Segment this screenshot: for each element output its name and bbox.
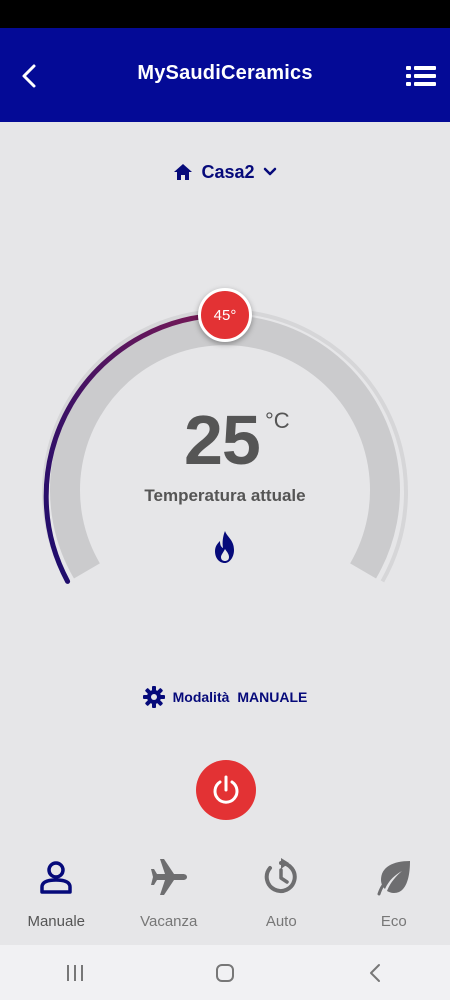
recent-apps-button[interactable] <box>45 953 105 993</box>
tab-vacanza[interactable]: Vacanza <box>113 845 226 945</box>
mode-tab-bar: Manuale Vacanza Auto Eco <box>0 845 450 945</box>
app-header: MySaudiCeramics <box>0 28 450 122</box>
status-bar <box>0 0 450 28</box>
power-icon <box>213 775 239 804</box>
app-title: MySaudiCeramics <box>137 62 313 84</box>
tab-label: Vacanza <box>140 913 198 930</box>
clock-refresh-icon <box>264 858 297 893</box>
current-temperature-label: Temperatura attuale <box>144 486 306 505</box>
menu-button[interactable] <box>404 62 438 90</box>
recent-apps-icon <box>67 964 83 981</box>
tab-label: Manuale <box>27 913 86 930</box>
tab-auto[interactable]: Auto <box>225 845 338 945</box>
person-icon <box>40 861 72 894</box>
tab-label: Eco <box>380 913 407 930</box>
airplane-icon <box>150 859 187 895</box>
home-selector[interactable]: Casa2 <box>0 158 450 186</box>
temperature-unit: °C <box>265 408 290 433</box>
chevron-down-icon <box>263 167 276 176</box>
tab-eco[interactable]: Eco <box>338 845 450 945</box>
system-navigation-bar <box>0 945 450 1000</box>
gear-icon <box>142 686 165 708</box>
current-temperature: 25 <box>184 401 261 479</box>
mode-prefix: Modalità <box>172 689 230 705</box>
leaf-icon <box>377 861 410 896</box>
home-nav-icon <box>216 963 234 982</box>
chevron-left-icon <box>370 963 380 982</box>
tab-manuale[interactable]: Manuale <box>0 845 113 945</box>
power-button[interactable] <box>196 760 256 820</box>
mode-value: MANUALE <box>237 689 308 705</box>
flame-icon <box>215 531 234 563</box>
tab-label: Auto <box>265 913 297 930</box>
home-button[interactable] <box>195 953 255 993</box>
home-icon <box>174 164 193 180</box>
setpoint-handle[interactable]: 45° <box>198 288 252 342</box>
home-name: Casa2 <box>201 161 255 182</box>
system-back-button[interactable] <box>345 953 405 993</box>
mode-indicator: Modalità MANUALE <box>0 684 450 710</box>
list-menu-icon <box>406 66 436 86</box>
